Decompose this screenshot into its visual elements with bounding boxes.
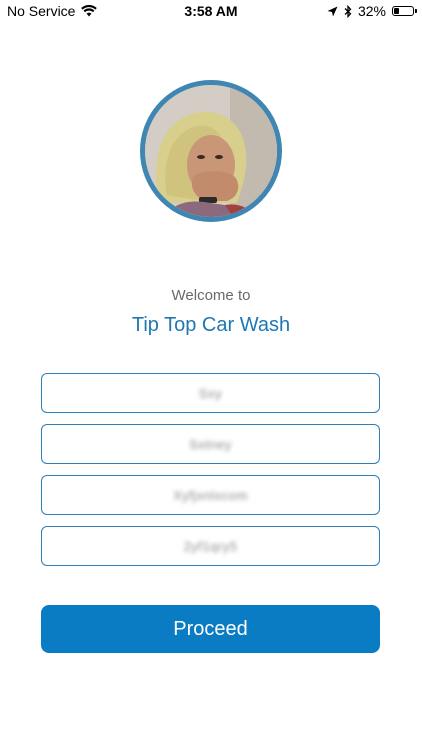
phone-field[interactable]: 2yf1qry5 xyxy=(41,526,380,566)
welcome-text: Welcome to xyxy=(171,287,251,304)
location-icon xyxy=(327,6,338,17)
field-value: Sxtney xyxy=(189,436,232,452)
battery-icon xyxy=(392,6,417,16)
battery-fill xyxy=(394,8,399,14)
avatar-photo xyxy=(145,85,277,217)
proceed-button[interactable]: Proceed xyxy=(41,605,380,653)
status-right: 32% xyxy=(327,3,417,19)
bluetooth-icon xyxy=(344,4,352,18)
last-name-field[interactable]: Sxtney xyxy=(41,424,380,464)
business-name: Tip Top Car Wash xyxy=(131,314,291,336)
field-value: Sxy xyxy=(198,385,223,401)
avatar[interactable] xyxy=(140,80,282,222)
first-name-field[interactable]: Sxy xyxy=(41,373,380,413)
battery-percent: 32% xyxy=(357,3,386,19)
email-field[interactable]: Xyfjxnlxcom xyxy=(41,475,380,515)
field-value: 2yf1qry5 xyxy=(183,538,238,554)
status-bar: No Service 3:58 AM 32% xyxy=(0,0,422,22)
field-value: Xyfjxnlxcom xyxy=(173,487,248,503)
